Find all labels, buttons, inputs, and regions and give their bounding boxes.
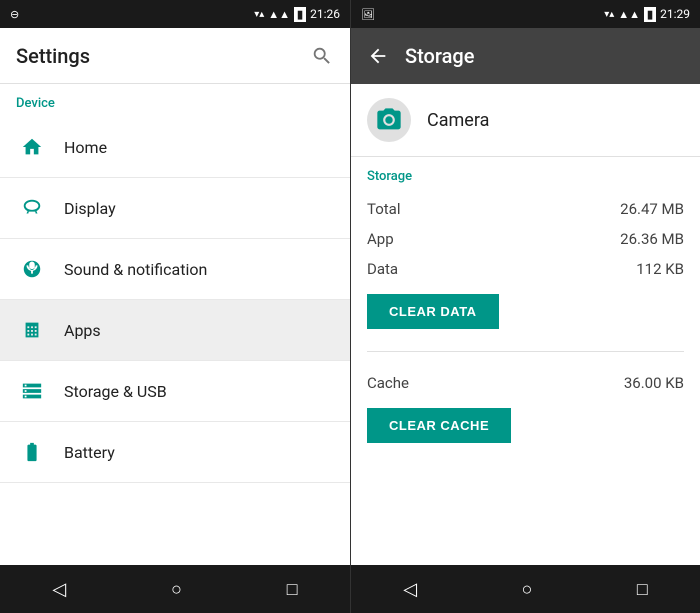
- storage-label: Storage & USB: [64, 382, 167, 401]
- right-back-icon: ◁: [403, 579, 417, 600]
- sound-svg: [21, 258, 43, 280]
- menu-item-storage[interactable]: Storage & USB: [0, 361, 350, 422]
- cache-label: Cache: [367, 374, 409, 392]
- data-value: 112 KB: [636, 260, 684, 278]
- right-status-left: 🖼: [361, 8, 375, 21]
- apps-svg: [21, 319, 43, 341]
- clear-cache-button[interactable]: CLEAR CACHE: [367, 408, 511, 443]
- left-signal-icon: ▲▲: [268, 8, 290, 21]
- right-time: 21:29: [660, 7, 690, 21]
- apps-icon: [16, 314, 48, 346]
- left-home-nav-icon: ○: [171, 579, 182, 600]
- left-wifi-icon: ▾▴: [254, 9, 264, 20]
- left-status-bar: ⊖ ▾▴ ▲▲ ▮ 21:26: [0, 0, 350, 28]
- right-home-button[interactable]: ○: [506, 571, 549, 608]
- right-signal-icon: ▲▲: [618, 8, 640, 21]
- clear-data-button[interactable]: CLEAR DATA: [367, 294, 499, 329]
- left-status-left: ⊖: [10, 8, 19, 21]
- home-label: Home: [64, 138, 107, 157]
- right-status-bar: 🖼 ▾▴ ▲▲ ▮ 21:29: [351, 0, 700, 28]
- storage-row-app: App 26.36 MB: [367, 224, 684, 254]
- left-recents-button[interactable]: □: [271, 571, 314, 608]
- menu-item-home[interactable]: Home: [0, 117, 350, 178]
- display-svg: [21, 197, 43, 219]
- search-button[interactable]: [310, 44, 334, 68]
- right-status-notification: 🖼: [361, 8, 375, 21]
- storage-title: Storage: [405, 44, 474, 68]
- device-section-header: Device: [0, 84, 350, 117]
- app-value: 26.36 MB: [620, 230, 684, 248]
- storage-icon: [16, 375, 48, 407]
- left-status-notification: ⊖: [10, 8, 19, 21]
- back-arrow-icon: [367, 45, 389, 67]
- right-recents-button[interactable]: □: [621, 571, 664, 608]
- camera-app-name: Camera: [427, 110, 489, 131]
- display-label: Display: [64, 199, 116, 218]
- total-value: 26.47 MB: [620, 200, 684, 218]
- right-recents-icon: □: [637, 579, 648, 600]
- right-app-bar: Storage: [351, 28, 700, 84]
- storage-row-cache: Cache 36.00 KB: [367, 368, 684, 398]
- menu-item-display[interactable]: Display: [0, 178, 350, 239]
- left-panel: ⊖ ▾▴ ▲▲ ▮ 21:26 Settings Device Home: [0, 0, 350, 613]
- left-recents-icon: □: [287, 579, 298, 600]
- storage-section: Storage Total 26.47 MB App 26.36 MB Data…: [351, 157, 700, 565]
- left-back-icon: ◁: [52, 579, 66, 600]
- storage-row-total: Total 26.47 MB: [367, 194, 684, 224]
- left-status-right: ▾▴ ▲▲ ▮ 21:26: [254, 7, 340, 22]
- total-label: Total: [367, 200, 401, 218]
- search-icon: [311, 45, 333, 67]
- app-info-row: Camera: [351, 84, 700, 157]
- storage-back-button[interactable]: [367, 45, 389, 67]
- sound-icon: [16, 253, 48, 285]
- left-app-bar: Settings: [0, 28, 350, 84]
- left-nav-bar: ◁ ○ □: [0, 565, 350, 613]
- right-nav-bar: ◁ ○ □: [351, 565, 700, 613]
- storage-divider: [367, 351, 684, 352]
- storage-row-data: Data 112 KB: [367, 254, 684, 284]
- right-home-nav-icon: ○: [522, 579, 533, 600]
- app-label: App: [367, 230, 394, 248]
- menu-item-battery[interactable]: Battery: [0, 422, 350, 483]
- storage-section-title: Storage: [367, 169, 684, 184]
- left-app-title: Settings: [16, 44, 90, 68]
- battery-label: Battery: [64, 443, 115, 462]
- right-panel: 🖼 ▾▴ ▲▲ ▮ 21:29 Storage Camera Storage: [350, 0, 700, 613]
- left-battery-icon: ▮: [294, 7, 306, 22]
- right-back-button[interactable]: ◁: [387, 571, 433, 608]
- right-status-right: ▾▴ ▲▲ ▮ 21:29: [604, 7, 690, 22]
- menu-item-sound[interactable]: Sound & notification: [0, 239, 350, 300]
- home-icon: [16, 131, 48, 163]
- left-back-button[interactable]: ◁: [36, 571, 82, 608]
- camera-app-icon: [367, 98, 411, 142]
- left-home-button[interactable]: ○: [155, 571, 198, 608]
- data-label: Data: [367, 260, 398, 278]
- battery-svg: [21, 441, 43, 463]
- storage-svg: [21, 380, 43, 402]
- home-svg: [21, 136, 43, 158]
- apps-label: Apps: [64, 321, 101, 340]
- cache-section: Cache 36.00 KB CLEAR CACHE: [367, 360, 684, 465]
- cache-value: 36.00 KB: [624, 374, 684, 392]
- menu-item-apps[interactable]: Apps: [0, 300, 350, 361]
- battery-icon: [16, 436, 48, 468]
- camera-icon: [375, 106, 403, 134]
- display-icon: [16, 192, 48, 224]
- left-time: 21:26: [310, 7, 340, 21]
- right-wifi-icon: ▾▴: [604, 9, 614, 20]
- right-battery-icon: ▮: [644, 7, 656, 22]
- sound-label: Sound & notification: [64, 260, 207, 279]
